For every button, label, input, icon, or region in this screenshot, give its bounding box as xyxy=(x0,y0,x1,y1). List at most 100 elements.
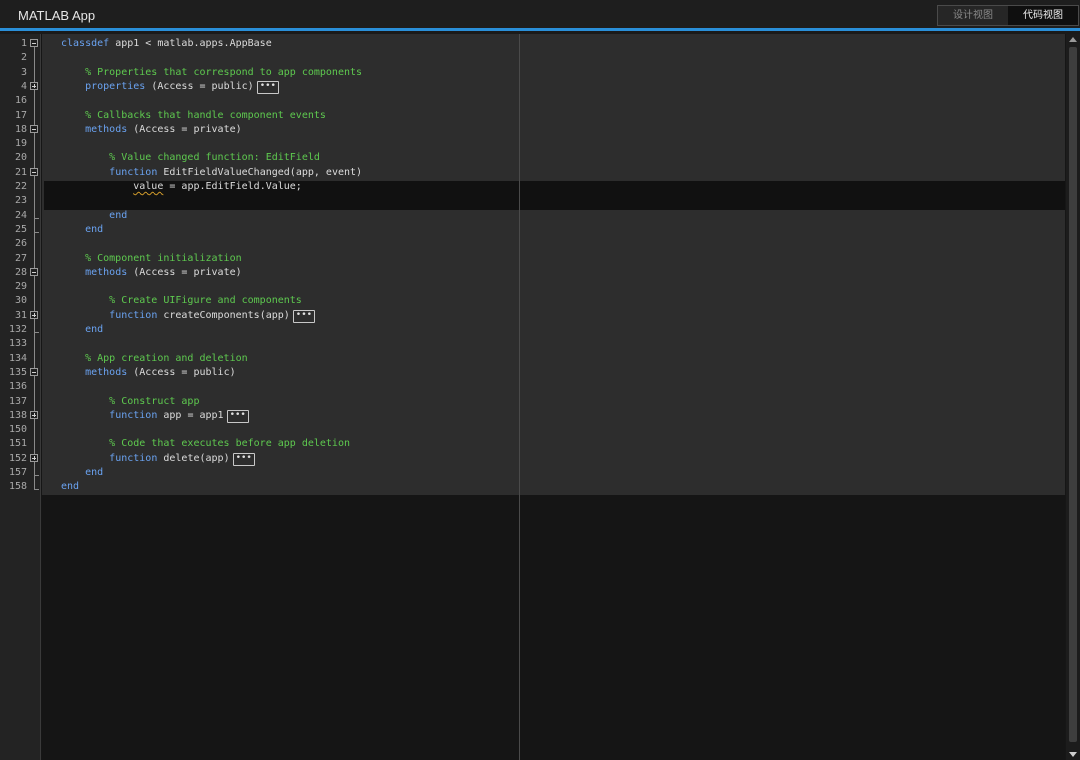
code-line[interactable]: 21 function EditFieldValueChanged(app, e… xyxy=(0,166,1066,180)
code-text[interactable]: function createComponents(app) ••• xyxy=(61,309,316,323)
empty-editor-area[interactable] xyxy=(42,495,1065,760)
code-text[interactable]: % Value changed function: EditField xyxy=(61,151,320,165)
tab-code-view[interactable]: 代码视图 xyxy=(1008,6,1078,25)
code-text[interactable]: end xyxy=(61,323,103,337)
comment-token: % Component initialization xyxy=(61,252,242,264)
code-text[interactable]: function app = app1 ••• xyxy=(61,409,249,423)
code-text[interactable]: end xyxy=(61,209,127,223)
code-line[interactable]: 17 % Callbacks that handle component eve… xyxy=(0,109,1066,123)
code-line[interactable]: 152 function delete(app) ••• xyxy=(0,452,1066,466)
folded-code-ellipsis-button[interactable]: ••• xyxy=(256,80,279,94)
code-line[interactable]: 24 end xyxy=(0,209,1066,223)
code-line[interactable]: 133 xyxy=(0,337,1066,351)
code-line[interactable]: 150 xyxy=(0,423,1066,437)
code-line[interactable]: 26 xyxy=(0,237,1066,251)
expand-fold-icon[interactable] xyxy=(30,410,38,419)
line-number: 136 xyxy=(8,381,27,393)
code-text[interactable]: function delete(app) ••• xyxy=(61,452,255,466)
code-text[interactable]: % Callbacks that handle component events xyxy=(61,109,326,123)
tab-design-view[interactable]: 设计视图 xyxy=(938,6,1008,25)
code-line[interactable]: 132 end xyxy=(0,323,1066,337)
code-line[interactable]: 157 end xyxy=(0,466,1066,480)
keyword-token: end xyxy=(61,481,80,493)
expand-fold-icon[interactable] xyxy=(30,310,38,319)
collapse-fold-icon[interactable] xyxy=(30,267,38,276)
code-token: (Access = public) xyxy=(127,366,236,378)
line-number: 17 xyxy=(14,109,27,121)
code-text[interactable]: % App creation and deletion xyxy=(61,352,248,366)
folded-code-ellipsis-button[interactable]: ••• xyxy=(232,452,255,466)
code-line[interactable]: 136 xyxy=(0,380,1066,394)
code-line[interactable]: 30 % Create UIFigure and components xyxy=(0,294,1066,308)
code-token: app1 < matlab.apps.AppBase xyxy=(109,38,272,49)
comment-token: % Create UIFigure and components xyxy=(61,295,302,307)
expand-fold-icon[interactable] xyxy=(30,81,38,90)
code-line[interactable]: 27 % Component initialization xyxy=(0,252,1066,266)
code-text[interactable]: % Properties that correspond to app comp… xyxy=(61,66,362,80)
code-line[interactable]: 31 function createComponents(app) ••• xyxy=(0,309,1066,323)
code-line[interactable]: 3 % Properties that correspond to app co… xyxy=(0,66,1066,80)
code-line[interactable]: 28 methods (Access = private) xyxy=(0,266,1066,280)
vertical-scrollbar[interactable] xyxy=(1066,34,1080,760)
code-line[interactable]: 151 % Code that executes before app dele… xyxy=(0,437,1066,451)
scroll-down-arrow-icon[interactable] xyxy=(1069,752,1077,757)
code-line[interactable]: 138 function app = app1 ••• xyxy=(0,409,1066,423)
code-line[interactable]: 18 methods (Access = private) xyxy=(0,123,1066,137)
line-number: 2 xyxy=(20,52,27,64)
code-line[interactable]: 19 xyxy=(0,137,1066,151)
code-text[interactable]: % Component initialization xyxy=(61,252,242,266)
collapse-fold-icon[interactable] xyxy=(30,124,38,133)
comment-token: % Construct app xyxy=(61,395,200,407)
keyword-token: end xyxy=(85,324,104,335)
code-text[interactable]: end xyxy=(61,480,79,494)
keyword-token: properties xyxy=(85,80,146,92)
code-text[interactable]: % Construct app xyxy=(61,395,199,409)
code-line[interactable]: 22 value = app.EditField.Value; xyxy=(0,180,1066,194)
line-number: 20 xyxy=(14,152,27,164)
code-line[interactable]: 25 end xyxy=(0,223,1066,237)
code-text[interactable]: % Code that executes before app deletion xyxy=(61,437,350,451)
code-text[interactable]: properties (Access = public) ••• xyxy=(61,80,279,94)
code-line[interactable]: 134 % App creation and deletion xyxy=(0,352,1066,366)
code-line[interactable]: 135 methods (Access = public) xyxy=(0,366,1066,380)
code-text[interactable]: end xyxy=(61,466,103,480)
code-text[interactable]: methods (Access = private) xyxy=(61,266,242,280)
code-line[interactable]: 16 xyxy=(0,94,1066,108)
code-text[interactable]: methods (Access = private) xyxy=(61,123,242,137)
code-text[interactable]: function EditFieldValueChanged(app, even… xyxy=(61,166,362,180)
expand-fold-icon[interactable] xyxy=(30,453,38,462)
code-text[interactable]: % Create UIFigure and components xyxy=(61,294,302,308)
collapse-fold-icon[interactable] xyxy=(30,167,38,176)
folded-code-ellipsis-button[interactable]: ••• xyxy=(292,309,316,323)
code-token: app = app1 xyxy=(157,409,224,421)
code-text[interactable]: end xyxy=(61,223,103,237)
code-line[interactable]: 1 classdef app1 < matlab.apps.AppBase xyxy=(0,37,1066,51)
code-line[interactable]: 23 xyxy=(0,194,1066,208)
line-number: 18 xyxy=(14,123,27,135)
code-text[interactable]: classdef app1 < matlab.apps.AppBase xyxy=(61,37,272,51)
collapse-fold-icon[interactable] xyxy=(30,39,38,47)
code-line[interactable]: 4 properties (Access = public) ••• xyxy=(0,80,1066,94)
code-text[interactable]: methods (Access = public) xyxy=(61,366,236,380)
code-line[interactable]: 137 % Construct app xyxy=(0,395,1066,409)
collapse-fold-icon[interactable] xyxy=(30,367,38,376)
folded-code-ellipsis-button[interactable]: ••• xyxy=(226,409,249,423)
scroll-up-arrow-icon[interactable] xyxy=(1069,37,1077,42)
code-line[interactable]: 29 xyxy=(0,280,1066,294)
line-number: 135 xyxy=(8,366,27,378)
line-number: 152 xyxy=(8,452,27,464)
code-line[interactable]: 158 end xyxy=(0,480,1066,494)
code-line[interactable]: 2 xyxy=(0,51,1066,65)
code-editor[interactable]: 1 classdef app1 < matlab.apps.AppBase 2 3 %… xyxy=(0,34,1080,760)
scroll-thumb[interactable] xyxy=(1069,47,1077,742)
line-number: 132 xyxy=(8,324,27,335)
code-line[interactable]: 20 % Value changed function: EditField xyxy=(0,151,1066,165)
code-text[interactable]: value = app.EditField.Value; xyxy=(61,180,302,194)
code-token: createComponents(app) xyxy=(157,309,290,321)
line-number: 22 xyxy=(14,181,27,192)
